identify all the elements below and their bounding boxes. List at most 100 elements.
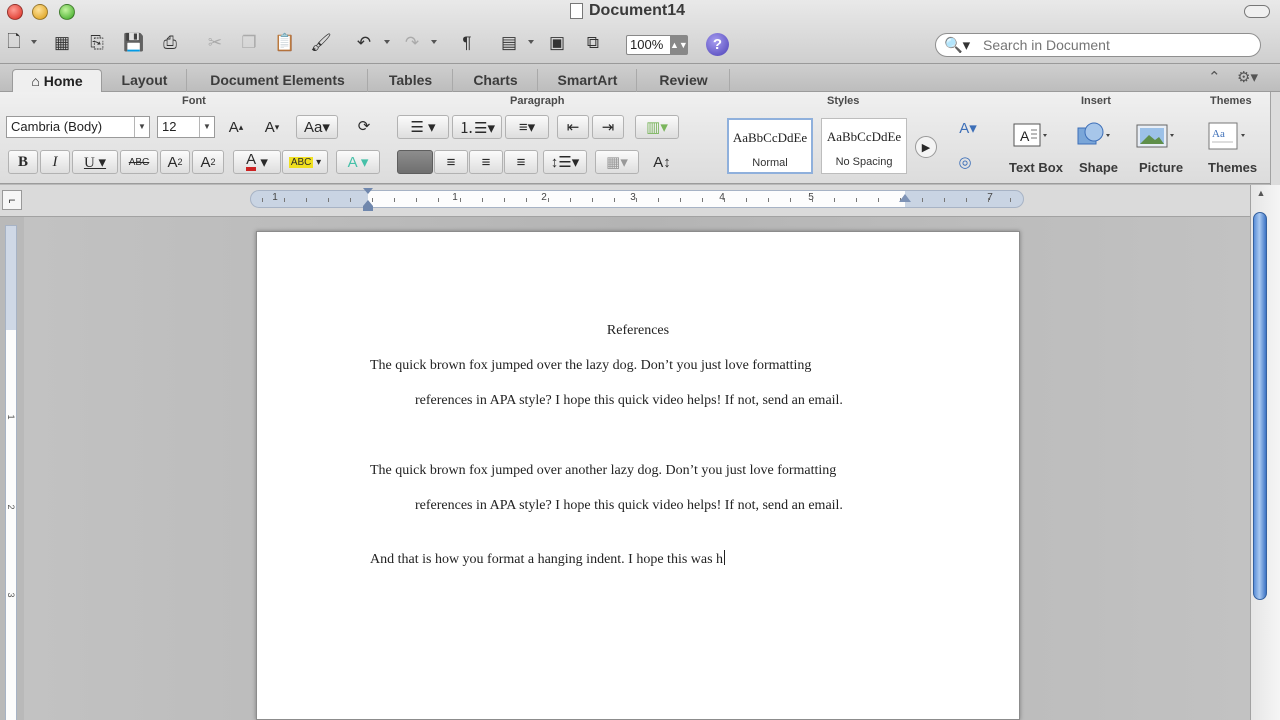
subscript-button[interactable]: A2 — [192, 150, 224, 174]
undo-dropdown-arrow[interactable] — [384, 40, 390, 44]
scrollbar-thumb[interactable] — [1253, 212, 1267, 600]
show-formatting-icon[interactable]: ¶ — [455, 32, 479, 54]
right-indent-marker[interactable] — [899, 194, 911, 202]
sidebar-dropdown-arrow[interactable] — [528, 40, 534, 44]
paste-icon[interactable]: 📋 — [273, 32, 297, 54]
justify-button[interactable]: ≡ — [504, 150, 538, 174]
text-box-label: Text Box — [1009, 160, 1063, 175]
numbering-button[interactable]: ⒈☰▾ — [452, 115, 502, 139]
font-color-button[interactable]: A ▾ — [233, 150, 281, 174]
change-case-button[interactable]: Aa▾ — [296, 115, 338, 139]
scroll-up-arrow-icon[interactable]: ▲ — [1252, 188, 1270, 200]
ruler-tick — [592, 198, 593, 202]
search-field[interactable]: 🔍▾ — [935, 33, 1261, 57]
save-icon[interactable]: 💾 — [122, 32, 146, 54]
bullets-button[interactable]: ☰ ▾ — [397, 115, 449, 139]
themes-group-label: Themes — [1210, 95, 1252, 107]
close-window-button[interactable] — [7, 4, 23, 20]
redo-icon[interactable]: ↷ — [400, 32, 424, 54]
text-effects-button[interactable]: A ▾ — [336, 150, 380, 174]
tab-layout[interactable]: Layout — [103, 69, 187, 92]
tab-stop-selector[interactable]: ⌐ — [2, 190, 22, 210]
zoom-window-button[interactable] — [59, 4, 75, 20]
ruler-tick — [482, 198, 483, 202]
tab-charts[interactable]: Charts — [454, 69, 538, 92]
font-size-value: 12 — [162, 119, 177, 134]
document-page[interactable]: References The quick brown fox jumped ov… — [256, 231, 1020, 720]
ruler-tick — [922, 198, 923, 202]
font-name-select[interactable]: Cambria (Body) ▼ — [6, 116, 150, 138]
shrink-font-button[interactable]: A ▾ — [257, 115, 287, 139]
ruler-number: 1 — [452, 192, 458, 203]
format-painter-icon[interactable]: 🖌 — [309, 32, 333, 54]
columns-button[interactable]: ▥▾ — [635, 115, 679, 139]
decrease-indent-button[interactable]: ⇤ — [557, 115, 589, 139]
styles-next-button[interactable]: ▶ — [915, 136, 937, 158]
redo-dropdown-arrow[interactable] — [431, 40, 437, 44]
templates-gallery-icon[interactable]: ▦ — [50, 32, 74, 54]
increase-indent-button[interactable]: ⇥ — [592, 115, 624, 139]
indent-markers[interactable] — [362, 187, 374, 212]
help-button[interactable]: ? — [706, 33, 729, 56]
tab-review[interactable]: Review — [638, 69, 730, 92]
borders-button[interactable]: ▦▾ — [595, 150, 639, 174]
font-size-select[interactable]: 12 ▼ — [157, 116, 215, 138]
ruler-number: 7 — [987, 192, 993, 203]
collapse-ribbon-icon[interactable]: ⌃ — [1208, 68, 1221, 86]
font-size-dropdown-icon[interactable]: ▼ — [199, 117, 214, 137]
toolbox-icon[interactable]: ▣ — [545, 32, 569, 54]
align-right-button[interactable]: ≡ — [469, 150, 503, 174]
clear-formatting-icon[interactable]: ⟳ — [348, 114, 380, 138]
align-left-button[interactable] — [397, 150, 433, 174]
tab-tables[interactable]: Tables — [369, 69, 453, 92]
ribbon-settings-gear-icon[interactable]: ⚙▾ — [1237, 68, 1258, 86]
picture-label: Picture — [1139, 160, 1184, 175]
font-group-label: Font — [182, 95, 206, 107]
superscript-button[interactable]: A2 — [160, 150, 190, 174]
undo-icon[interactable]: ↶ — [352, 32, 376, 54]
line-spacing-button[interactable]: ↕☰▾ — [543, 150, 587, 174]
font-name-dropdown-icon[interactable]: ▼ — [134, 117, 149, 137]
italic-button[interactable]: I — [40, 150, 70, 174]
sidebar-icon[interactable]: ▤ — [497, 32, 521, 54]
zoom-select[interactable]: 100% ▲▼ — [626, 35, 688, 55]
style-normal[interactable]: AaBbCcDdEe Normal — [727, 118, 813, 174]
copy-icon[interactable]: ❐ — [237, 32, 261, 54]
text-cursor — [724, 550, 726, 565]
new-document-icon[interactable]: 🗋 — [2, 32, 26, 54]
styles-pane-icon[interactable]: A▾ — [950, 116, 986, 140]
new-dropdown-arrow[interactable] — [31, 40, 37, 44]
style-no-spacing[interactable]: AaBbCcDdEe No Spacing — [821, 118, 907, 174]
multilevel-list-button[interactable]: ≡▾ — [505, 115, 549, 139]
toolbar-toggle-button[interactable] — [1244, 5, 1270, 18]
paragraph-group-label: Paragraph — [510, 95, 565, 107]
open-folder-icon[interactable]: ⎘ — [85, 32, 109, 54]
tab-smartart[interactable]: SmartArt — [539, 69, 637, 92]
highlight-button[interactable]: ABC ▾ — [282, 150, 328, 174]
zoom-dropdown-icon[interactable]: ▲▼ — [670, 36, 688, 54]
themes-icon[interactable]: Aa — [1207, 120, 1247, 152]
picture-icon[interactable] — [1135, 120, 1174, 152]
cut-icon[interactable]: ✂ — [203, 32, 227, 54]
ruler-tick — [504, 198, 505, 202]
print-icon[interactable]: ⎙ — [158, 32, 182, 54]
align-center-button[interactable]: ≡ — [434, 150, 468, 174]
underline-button[interactable]: U ▾ — [72, 150, 118, 174]
sort-icon[interactable]: A↕ — [644, 150, 680, 174]
shape-icon[interactable] — [1075, 120, 1111, 152]
search-input[interactable] — [983, 37, 1243, 53]
media-browser-icon[interactable]: ⧉ — [581, 32, 605, 54]
ruler-tick — [724, 198, 725, 202]
style-no-spacing-label: No Spacing — [835, 156, 893, 168]
tab-document-elements[interactable]: Document Elements — [188, 69, 368, 92]
strikethrough-button[interactable]: ABC — [120, 150, 158, 174]
closing-line: And that is how you format a hanging ind… — [370, 550, 726, 568]
ruler-tick — [548, 198, 549, 202]
tab-home[interactable]: ⌂ Home — [12, 69, 102, 92]
text-box-icon[interactable]: A — [1012, 120, 1048, 152]
grow-font-button[interactable]: A ▴ — [222, 115, 250, 139]
ruler-tick — [834, 198, 835, 202]
manage-styles-icon[interactable]: ◎ — [950, 150, 980, 174]
minimize-window-button[interactable] — [32, 4, 48, 20]
bold-button[interactable]: B — [8, 150, 38, 174]
